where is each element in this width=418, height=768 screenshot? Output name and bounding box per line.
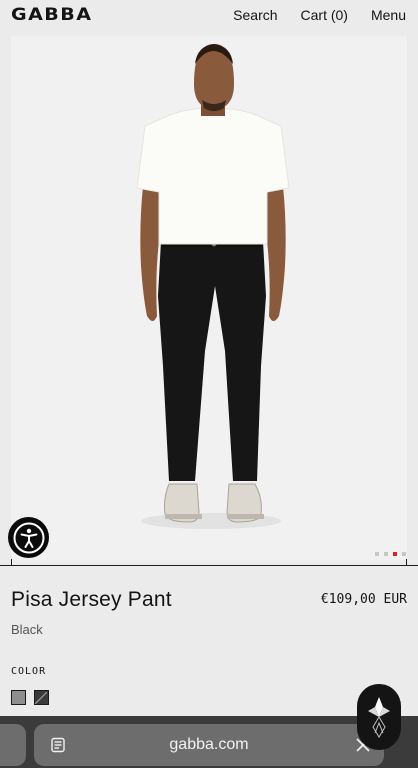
model-photo — [136, 44, 290, 529]
color-label: COLOR — [11, 666, 47, 677]
menu-link[interactable]: Menu — [371, 7, 406, 23]
color-swatches — [11, 690, 49, 705]
product-price: €109,00 EUR — [320, 592, 407, 607]
selected-slash-icon — [34, 691, 48, 705]
cart-link[interactable]: Cart (0) — [301, 7, 348, 23]
divider-tick-right — [406, 559, 407, 566]
previous-tab[interactable] — [0, 724, 26, 766]
carousel-dot[interactable] — [384, 552, 388, 556]
divider-tick-left — [11, 559, 12, 566]
site-header: GABBA Search Cart (0) Menu — [0, 0, 418, 30]
address-bar[interactable]: gabba.com — [34, 724, 384, 766]
color-swatch-grey[interactable] — [11, 690, 26, 705]
search-link[interactable]: Search — [233, 7, 277, 23]
diamond-logo-icon — [368, 697, 390, 738]
color-swatch-black[interactable] — [34, 690, 49, 705]
url-text: gabba.com — [169, 736, 249, 753]
selected-color-name: Black — [11, 622, 43, 637]
brand-logo[interactable]: GABBA — [11, 5, 92, 25]
divider — [0, 565, 418, 566]
accessibility-icon — [13, 522, 44, 553]
reader-mode-icon[interactable] — [50, 737, 66, 753]
accessibility-button[interactable] — [8, 517, 49, 558]
brand-badge-button[interactable] — [357, 684, 401, 750]
carousel-dots — [375, 552, 406, 556]
carousel-dot-active[interactable] — [393, 552, 397, 556]
product-image[interactable] — [11, 36, 407, 560]
carousel-dot[interactable] — [375, 552, 379, 556]
main-nav: Search Cart (0) Menu — [233, 7, 406, 23]
carousel-dot[interactable] — [402, 552, 406, 556]
product-title: Pisa Jersey Pant — [11, 588, 172, 611]
